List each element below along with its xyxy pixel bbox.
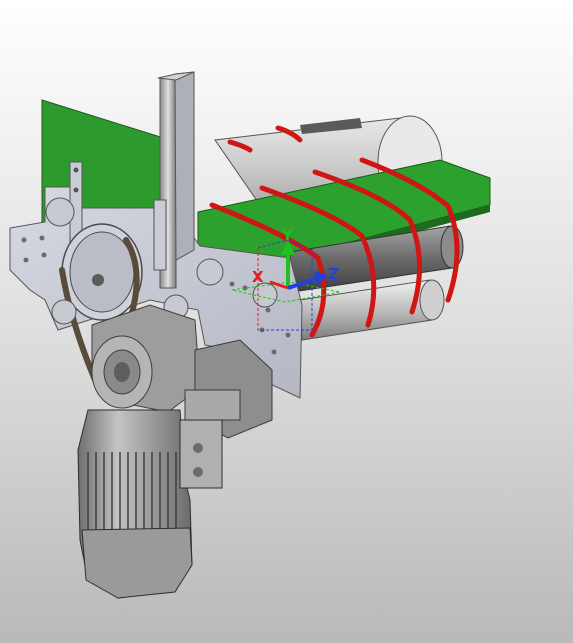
axis-label-y: Y [281, 226, 294, 244]
axis-label-x: X [252, 268, 264, 286]
electric-motor [77, 409, 223, 599]
3d-viewport[interactable]: X Y Z [0, 0, 573, 643]
cad-model: X Y Z [9, 71, 491, 599]
gearbox [91, 304, 201, 413]
axis-label-z: Z [328, 265, 339, 283]
